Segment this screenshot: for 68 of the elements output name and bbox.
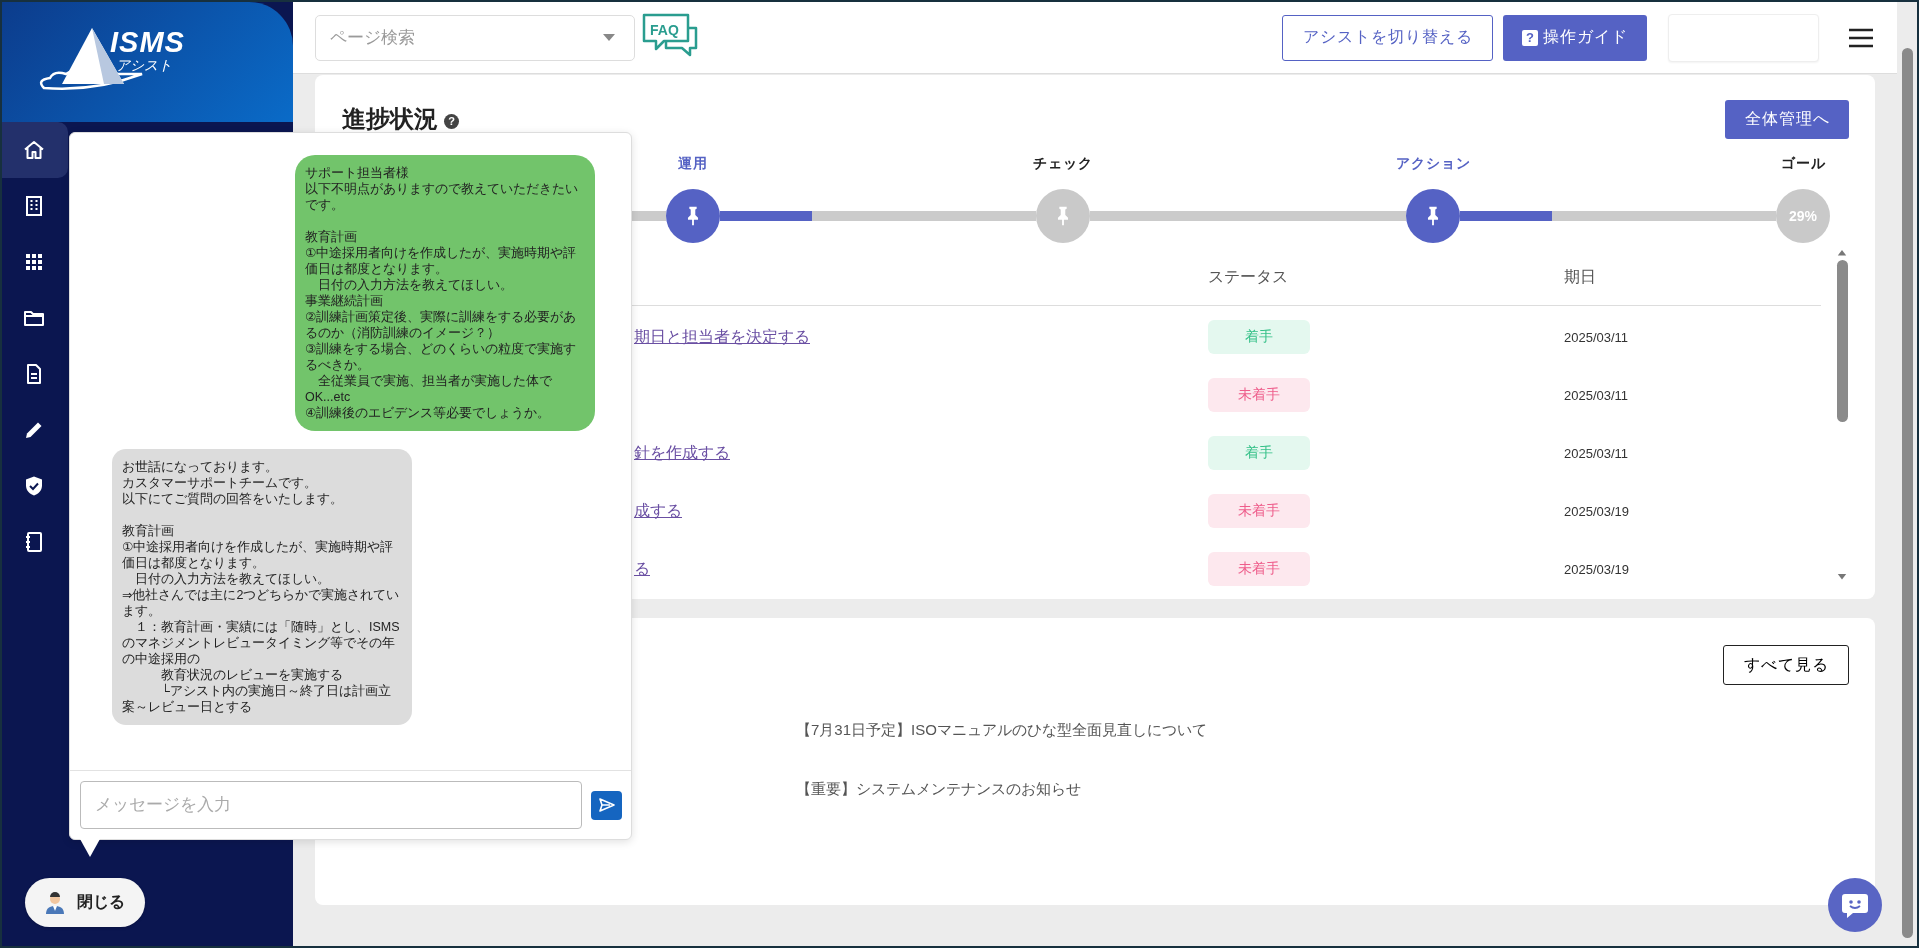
message-line: カスタマーサポートチームです。 [122,475,318,491]
help-icon: ? [1522,29,1538,46]
menu-icon[interactable] [1849,27,1873,48]
message-line: 日付の入力方法を教えてほしい。 [134,571,331,587]
send-button[interactable] [591,790,622,820]
column-header: ステータス [1208,250,1564,306]
message-line: 日付の入力方法を教えてほしい。 [317,277,514,293]
message-line: 教育計画 [305,229,358,245]
message-input[interactable]: メッセージを入力 [80,781,582,829]
message-line: ②訓練計画策定後、実際に訓練をする必要があるのか（消防訓練のイメージ？） [305,309,578,341]
status-badge: 未着手 [1208,494,1310,528]
message-line: ⇒他社さんでは主に2つどちらかで実施されています。 [122,587,400,619]
scroll-up-icon[interactable] [1836,250,1848,256]
stage-label: チェック [1033,155,1093,173]
message-line: └アシスト内の実施日～終了日は計画立案～レビュー日とする [122,683,392,715]
stage-label: 運用 [678,155,708,173]
message-line: 全従業員で実施、担当者が実施した体で [317,373,553,389]
stage-label: ゴール [1780,155,1826,173]
section-title: 進捗状況 [342,104,438,134]
task-link[interactable]: る [634,558,650,580]
due-date: 2025/03/19 [1564,502,1631,521]
overall-management-button[interactable]: 全体管理へ [1725,99,1849,139]
task-link[interactable]: 期日と担当者を決定する [634,326,810,348]
message-line: ③訓練をする場合、どのくらいの粒度で実施するべきか。 [305,341,578,373]
message-line: 以下不明点がありますので教えていただきたいです。 [305,181,579,213]
message-line: 教育計画 [122,523,175,539]
logo-subtitle: アシスト [116,57,173,75]
message-line: ④訓練後のエビデンス等必要でしょうか。 [305,405,552,421]
search-field[interactable]: ページ検索 [315,14,635,61]
message-line: OK...etc [305,389,352,405]
guide-button[interactable]: ? 操作ガイド [1503,14,1647,61]
message-line: ①中途採用者向けを作成したが、実施時期や評価日は都度となります。 [122,539,395,571]
task-link[interactable]: 針を作成する [634,442,730,464]
home-icon [22,138,46,162]
status-badge: 未着手 [1208,378,1310,412]
due-date: 2025/03/11 [1564,328,1630,347]
logo-title: ISMS [110,27,185,57]
scroll-down-icon[interactable] [1836,574,1848,580]
person-icon [45,891,65,914]
message-line: サポート担当者様 [305,165,410,181]
view-all-button[interactable]: すべて見る [1723,645,1849,685]
status-badge: 着手 [1208,436,1310,470]
status-badge: 着手 [1208,320,1310,354]
due-date: 2025/03/11 [1564,444,1630,463]
chat-face-icon [1841,892,1869,918]
message-line: お世話になっております。 [122,459,279,475]
message-line: 以下にてご質問の回答をいたします。 [122,491,344,507]
switch-assist-button[interactable]: アシストを切り替える [1282,14,1493,61]
help-icon: ? [444,113,459,129]
news-item[interactable]: 【7月31日予定】ISOマニュアルのひな型全面見直しについて [796,701,1207,760]
message-line: 事業継続計画 [305,293,384,309]
chat-button[interactable] [1828,878,1882,932]
send-icon [598,798,615,812]
scrollbar-thumb[interactable] [1836,259,1848,423]
news-item[interactable]: 【重要】システムメンテナンスのお知らせ [796,760,1081,819]
task-link[interactable]: 成する [634,500,682,522]
due-date: 2025/03/19 [1564,560,1631,579]
due-date: 2025/03/11 [1564,386,1630,405]
stage-label: アクション [1395,155,1471,173]
message-line: 教育状況のレビューを実施する [160,667,344,683]
progress-track [632,211,666,221]
page-scrollbar[interactable] [1901,48,1913,938]
nav-item[interactable] [2,122,68,178]
status-badge: 未着手 [1208,552,1310,586]
message-line: １：教育計画・実績には「随時」とし、ISMSのマネジメントレビュータイミング等でその年の中途採用の [122,619,400,667]
message-line: ①中途採用者向けを作成したが、実施時期や評価日は都度となります。 [305,245,578,277]
close-button[interactable]: 閉じる [25,878,145,927]
column-header: 期日 [1564,250,1821,306]
